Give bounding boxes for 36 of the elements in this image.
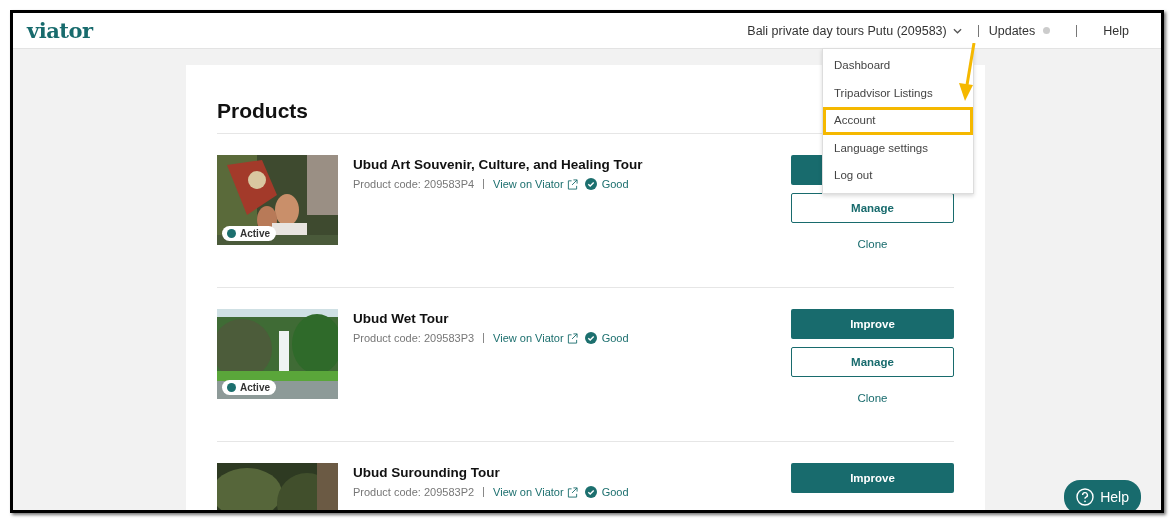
manage-button[interactable]: Manage — [791, 193, 954, 223]
manage-button[interactable]: Manage — [791, 347, 954, 377]
improve-button[interactable]: Improve — [791, 463, 954, 493]
product-code: Product code: 209583P4 — [353, 178, 475, 190]
quality-rating: Good — [601, 178, 629, 190]
menu-item[interactable]: Log out — [823, 162, 973, 190]
status-badge: Active — [222, 380, 276, 395]
improve-button[interactable]: Improve — [791, 309, 954, 339]
quality-rating: Good — [601, 486, 629, 498]
logo[interactable]: viator — [27, 18, 93, 43]
product-title: Ubud Surounding Tour — [353, 465, 501, 480]
help-button[interactable]: Help — [1064, 480, 1141, 510]
view-on-viator-link[interactable]: View on Viator — [493, 178, 564, 190]
product-title: Ubud Wet Tour — [353, 311, 450, 326]
product-code: Product code: 209583P3 — [353, 332, 475, 344]
clone-link[interactable]: Clone — [791, 385, 954, 411]
view-on-viator-link[interactable]: View on Viator — [493, 332, 564, 344]
account-menu-toggle[interactable]: Bali private day tours Putu (209583) — [747, 23, 947, 38]
menu-item[interactable]: Language settings — [823, 134, 973, 162]
status-badge: Active — [222, 226, 276, 241]
product-title: Ubud Art Souvenir, Culture, and Healing Tour — [353, 157, 644, 172]
clone-link[interactable]: Clone — [791, 231, 954, 257]
chevron-down-icon — [952, 27, 962, 34]
status-dot — [1043, 27, 1051, 34]
external-link-icon — [566, 486, 578, 498]
check-circle-icon — [584, 332, 597, 344]
product-code: Product code: 209583P2 — [353, 486, 475, 498]
check-circle-icon — [584, 486, 597, 498]
view-on-viator-link[interactable]: View on Viator — [493, 486, 564, 498]
external-link-icon — [566, 178, 578, 190]
question-icon — [1076, 488, 1095, 506]
help-link[interactable]: Help — [1103, 23, 1129, 38]
quality-rating: Good — [601, 332, 629, 344]
external-link-icon — [566, 332, 578, 344]
updates-link[interactable]: Updates — [988, 23, 1036, 38]
check-circle-icon — [584, 178, 597, 190]
